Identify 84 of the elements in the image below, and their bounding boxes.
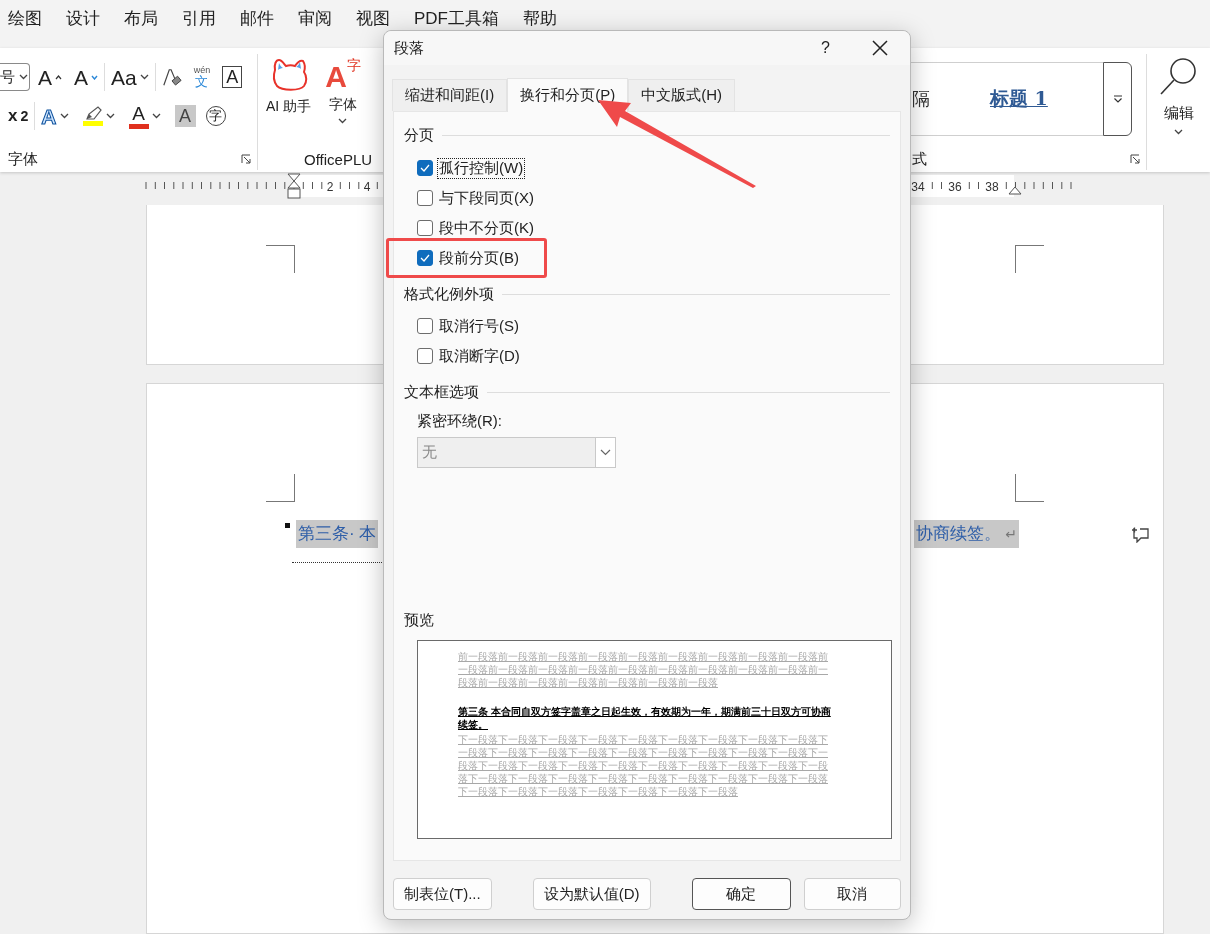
checkbox[interactable] <box>417 160 433 176</box>
checkbox-label[interactable]: 孤行控制(W) <box>437 157 526 179</box>
checkbox[interactable] <box>417 250 433 266</box>
document-text: 第三条· 本 <box>296 520 379 548</box>
preview-text: 第三条 本合同自双方签字盖章之日起生效，有效期为一年，期满前三十日双方可协商续签。 <box>458 705 832 731</box>
checkbox[interactable] <box>417 220 433 236</box>
checkbox[interactable] <box>417 318 433 334</box>
caret-icon <box>55 74 62 80</box>
style-item[interactable]: 标题 1 <box>990 86 1048 112</box>
shrink-font-button[interactable]: A <box>74 63 99 91</box>
change-case-button[interactable]: Aa <box>111 63 149 91</box>
ruler-number: 4 <box>363 180 371 194</box>
chevron-icon <box>600 449 611 456</box>
ruler-number: 36 <box>948 180 962 194</box>
gallery-more-button[interactable] <box>1103 62 1132 136</box>
checkbox-label[interactable]: 段中不分页(K) <box>437 217 536 239</box>
checkbox-label[interactable]: 取消行号(S) <box>437 315 521 337</box>
checkbox[interactable] <box>417 348 433 364</box>
menu-tab[interactable]: 审阅 <box>298 9 332 28</box>
chevron-icon <box>338 118 348 124</box>
section-title: 预览 <box>404 611 434 630</box>
chevron-icon <box>59 113 69 119</box>
group-label: 字体 <box>8 149 38 169</box>
group-label: 式 <box>912 149 927 169</box>
section-title: 格式化例外项 <box>404 284 494 304</box>
ok-button[interactable]: 确定 <box>691 878 791 910</box>
close-icon[interactable] <box>872 40 888 56</box>
crop-mark <box>266 474 295 502</box>
ruler-number: 38 <box>985 180 999 194</box>
font-size-dropdown[interactable]: 号 <box>0 63 30 91</box>
menu-tab[interactable]: 帮助 <box>523 9 557 28</box>
dialog-launcher-icon[interactable] <box>1130 154 1140 164</box>
help-button[interactable]: ? <box>821 39 830 57</box>
indent-marker[interactable] <box>1008 186 1022 195</box>
checkbox-label[interactable]: 取消断字(D) <box>437 345 522 367</box>
bullet-mark <box>285 523 290 528</box>
new-comment-icon[interactable] <box>1131 525 1149 543</box>
eraser-icon <box>161 66 182 88</box>
ai-assistant-button[interactable]: AI 助手 <box>266 58 312 124</box>
field-label: 紧密环绕(R): <box>417 412 502 431</box>
check-icon <box>420 164 430 172</box>
menu-tab[interactable]: 邮件 <box>240 9 274 28</box>
chevron-icon <box>151 113 161 119</box>
section-title: 文本框选项 <box>404 382 479 402</box>
ruler-number: 2 <box>326 180 334 194</box>
menu-tab[interactable]: 视图 <box>356 9 390 28</box>
chevron-icon <box>1174 129 1183 135</box>
crop-mark <box>266 245 295 273</box>
grow-font-button[interactable]: A <box>38 63 62 91</box>
indent-marker[interactable] <box>287 173 301 199</box>
style-item[interactable]: 隔 <box>912 87 930 111</box>
ruler-number: 34 <box>911 180 925 194</box>
character-border-button[interactable]: A <box>222 66 243 88</box>
tab[interactable]: 换行和分页(P) <box>507 78 629 112</box>
chevron-icon <box>105 113 115 119</box>
dialog-launcher-icon[interactable] <box>241 154 251 164</box>
checkbox[interactable] <box>417 190 433 206</box>
menu-tab[interactable]: 引用 <box>182 9 216 28</box>
tab[interactable]: 中文版式(H) <box>628 79 735 111</box>
font-color-button[interactable]: A <box>128 102 161 130</box>
more-icon <box>1112 95 1123 103</box>
tab[interactable]: 缩进和间距(I) <box>392 79 508 111</box>
caret-icon <box>91 74 99 80</box>
chevron-icon <box>19 74 28 80</box>
group-label: OfficePLU <box>304 150 373 168</box>
dialog-button[interactable]: 取消 <box>803 878 901 910</box>
crop-mark <box>1015 474 1044 502</box>
dialog-button[interactable]: 制表位(T)... <box>393 878 492 910</box>
phonetic-guide-button[interactable]: wén 文 <box>193 62 211 92</box>
menu-tab[interactable]: 设计 <box>66 9 100 28</box>
section-title: 分页 <box>404 125 434 145</box>
checkbox-label[interactable]: 与下段同页(X) <box>437 187 536 209</box>
crop-mark <box>1015 245 1044 273</box>
editing-button[interactable]: 编辑 <box>1158 56 1199 135</box>
chevron-icon <box>139 74 149 80</box>
check-icon <box>420 254 430 262</box>
dialog-button[interactable]: 设为默认值(D) <box>532 878 651 910</box>
dialog-title: 段落 <box>394 38 425 58</box>
document-text-end: 协商续签。 ↵ <box>914 520 1019 548</box>
menu-tab[interactable]: 绘图 <box>8 9 42 28</box>
menu-tab[interactable]: PDF工具箱 <box>414 9 499 28</box>
menu-tab[interactable]: 布局 <box>124 9 158 28</box>
checkbox-label[interactable]: 段前分页(B) <box>437 247 521 269</box>
character-shading-button[interactable]: A <box>174 105 196 127</box>
